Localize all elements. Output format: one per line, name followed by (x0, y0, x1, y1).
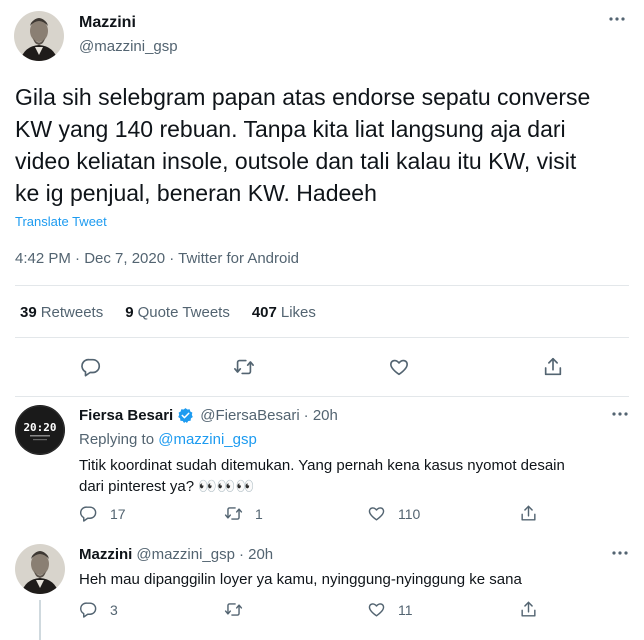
reply-text: Titik koordinat sudah ditemukan. Yang pe… (79, 455, 619, 497)
more-icon (609, 17, 625, 21)
reply-tweet: Mazzini @mazzini_gsp · 20h Heh mau dipan… (0, 544, 644, 640)
mazzini-avatar[interactable] (15, 544, 65, 594)
like-icon (390, 359, 408, 376)
like-icon (368, 507, 385, 521)
tweet-text-line: ke ig penjual, beneran KW. Hadeeh (15, 180, 377, 206)
more-options-button[interactable] (608, 16, 626, 22)
reply-button[interactable] (80, 356, 102, 378)
tweet-text-line: video keliatan insole, outsole dan tali … (15, 148, 577, 174)
divider (15, 285, 629, 286)
reply-header: Mazzini @mazzini_gsp · 20h (79, 546, 273, 563)
fiersa-avatar[interactable]: 20:20 (15, 405, 65, 455)
reply-icon (80, 602, 97, 618)
reply-text: Heh mau dipanggilin loyer ya kamu, nying… (79, 569, 619, 590)
share-icon (521, 505, 536, 521)
like-button[interactable] (388, 356, 410, 378)
reply-button[interactable]: 3 (79, 600, 118, 619)
like-button[interactable]: 110 (367, 504, 420, 523)
mazzini-avatar[interactable] (14, 11, 64, 61)
retweet-count: 1 (255, 505, 263, 522)
tweet-text-line: Gila sih selebgram papan atas endorse se… (15, 84, 591, 110)
reply-tweet: 20:20 Fiersa Besari @FiersaBesari · 20h … (0, 405, 644, 530)
retweet-icon (224, 603, 243, 616)
reply-time[interactable]: · 20h (304, 407, 338, 424)
reply-text-line: Heh mau dipanggilin loyer ya kamu, nying… (79, 571, 522, 588)
share-icon (544, 357, 562, 376)
share-icon (521, 601, 536, 617)
like-icon (368, 603, 385, 617)
tweet-stats: 39 Retweets 9 Quote Tweets 407 Likes (20, 304, 316, 321)
author-name[interactable]: Mazzini (79, 14, 136, 32)
share-button[interactable] (519, 600, 538, 619)
replying-to: Replying to @mazzini_gsp (79, 431, 257, 448)
like-count: 110 (398, 505, 421, 522)
retweet-button[interactable] (233, 356, 255, 378)
reply-button[interactable]: 17 (79, 504, 126, 523)
quote-tweets-stat[interactable]: 9 Quote Tweets (125, 304, 230, 321)
retweet-icon (234, 359, 254, 375)
retweet-icon (224, 507, 243, 520)
reply-author-name[interactable]: Fiersa Besari (79, 407, 173, 424)
share-button[interactable] (542, 356, 564, 378)
retweet-button[interactable] (224, 600, 255, 619)
reply-count: 17 (110, 505, 126, 522)
translate-tweet-link[interactable]: Translate Tweet (15, 214, 107, 229)
tweet-text-line: KW yang 140 rebuan. Tanpa kita liat lang… (15, 116, 566, 142)
retweets-stat[interactable]: 39 Retweets (20, 304, 103, 321)
retweet-button[interactable]: 1 (224, 504, 263, 523)
replying-to-handle[interactable]: @mazzini_gsp (158, 431, 257, 448)
reply-actions: 3 11 (79, 600, 599, 622)
more-options-button[interactable] (611, 411, 629, 417)
thread-line (39, 600, 41, 640)
avatar-logo-text: 20:20 (23, 421, 56, 434)
like-button[interactable]: 11 (367, 600, 413, 619)
like-count: 11 (398, 601, 413, 618)
reply-text-line: Titik koordinat sudah ditemukan. Yang pe… (79, 457, 565, 474)
reply-actions: 17 1 110 (79, 504, 599, 526)
reply-author-name[interactable]: Mazzini (79, 546, 132, 563)
tweet-actions (0, 352, 644, 382)
reply-header: Fiersa Besari @FiersaBesari · 20h (79, 407, 338, 424)
reply-time[interactable]: · 20h (239, 546, 273, 563)
more-icon (612, 551, 628, 555)
divider (15, 337, 629, 338)
reply-icon (81, 358, 101, 377)
reply-author-handle[interactable]: @FiersaBesari (200, 407, 299, 424)
share-button[interactable] (519, 504, 538, 523)
author-handle[interactable]: @mazzini_gsp (79, 38, 178, 55)
reply-author-handle[interactable]: @mazzini_gsp (136, 546, 235, 563)
replying-to-label: Replying to (79, 431, 155, 448)
tweet-meta: 4:42 PM · Dec 7, 2020 · Twitter for Andr… (15, 250, 300, 267)
tweet-text: Gila sih selebgram papan atas endorse se… (15, 81, 635, 209)
reply-text-line: dari pinterest ya? 👀👀👀 (79, 478, 255, 495)
likes-stat[interactable]: 407 Likes (252, 304, 316, 321)
verified-badge-icon (178, 408, 194, 423)
reply-icon (80, 506, 97, 522)
divider (15, 396, 629, 397)
more-icon (612, 412, 628, 416)
more-options-button[interactable] (611, 550, 629, 556)
reply-count: 3 (110, 601, 118, 618)
